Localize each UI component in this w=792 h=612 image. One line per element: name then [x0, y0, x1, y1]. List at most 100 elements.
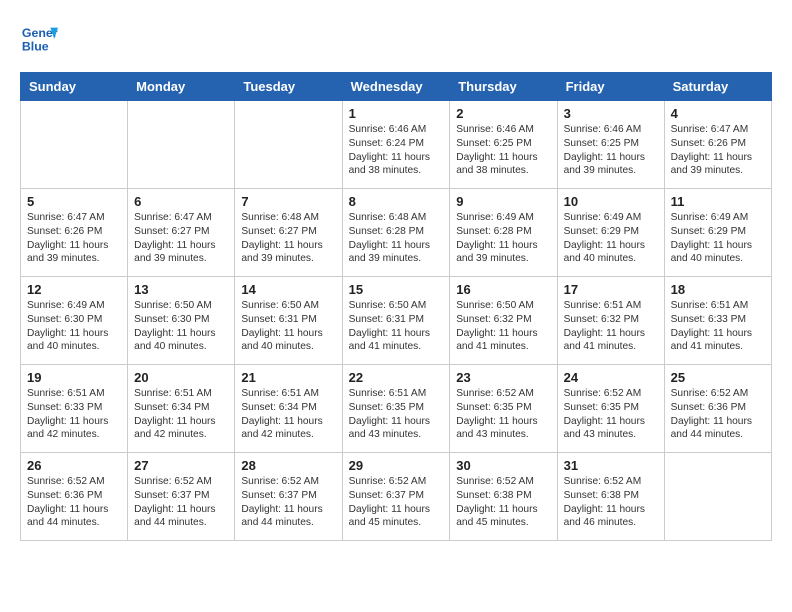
calendar-cell: 8 Sunrise: 6:48 AM Sunset: 6:28 PM Daylig…	[342, 189, 450, 277]
day-info: Sunrise: 6:48 AM Sunset: 6:28 PM Dayligh…	[349, 211, 444, 266]
week-row-2: 5 Sunrise: 6:47 AM Sunset: 6:26 PM Daylig…	[21, 189, 772, 277]
day-info: Sunrise: 6:51 AM Sunset: 6:33 PM Dayligh…	[27, 387, 121, 442]
calendar-cell: 17 Sunrise: 6:51 AM Sunset: 6:32 PM Dayli…	[557, 277, 664, 365]
day-info: Sunrise: 6:52 AM Sunset: 6:37 PM Dayligh…	[349, 475, 444, 530]
day-number: 16	[456, 282, 550, 297]
header: General Blue	[20, 20, 772, 58]
calendar-cell: 21 Sunrise: 6:51 AM Sunset: 6:34 PM Dayli…	[235, 365, 342, 453]
day-info: Sunrise: 6:49 AM Sunset: 6:29 PM Dayligh…	[671, 211, 765, 266]
day-info: Sunrise: 6:50 AM Sunset: 6:31 PM Dayligh…	[241, 299, 335, 354]
page: General Blue SundayMondayTuesdayWednesda…	[0, 0, 792, 561]
day-info: Sunrise: 6:52 AM Sunset: 6:37 PM Dayligh…	[134, 475, 228, 530]
day-info: Sunrise: 6:50 AM Sunset: 6:31 PM Dayligh…	[349, 299, 444, 354]
day-number: 21	[241, 370, 335, 385]
day-info: Sunrise: 6:48 AM Sunset: 6:27 PM Dayligh…	[241, 211, 335, 266]
weekday-header-row: SundayMondayTuesdayWednesdayThursdayFrid…	[21, 73, 772, 101]
day-number: 1	[349, 106, 444, 121]
logo-icon: General Blue	[20, 20, 58, 58]
day-number: 20	[134, 370, 228, 385]
day-info: Sunrise: 6:47 AM Sunset: 6:26 PM Dayligh…	[27, 211, 121, 266]
day-number: 12	[27, 282, 121, 297]
day-number: 7	[241, 194, 335, 209]
day-number: 26	[27, 458, 121, 473]
calendar-cell: 10Sunrise: 6:49 AM Sunset: 6:29 PM Dayli…	[557, 189, 664, 277]
day-number: 2	[456, 106, 550, 121]
calendar-cell: 7 Sunrise: 6:48 AM Sunset: 6:27 PM Daylig…	[235, 189, 342, 277]
calendar-cell	[235, 101, 342, 189]
day-info: Sunrise: 6:47 AM Sunset: 6:26 PM Dayligh…	[671, 123, 765, 178]
day-number: 22	[349, 370, 444, 385]
calendar-cell: 16Sunrise: 6:50 AM Sunset: 6:32 PM Dayli…	[450, 277, 557, 365]
day-number: 5	[27, 194, 121, 209]
calendar-cell: 23 Sunrise: 6:52 AM Sunset: 6:35 PM Dayli…	[450, 365, 557, 453]
calendar-cell	[664, 453, 771, 541]
calendar-cell: 27 Sunrise: 6:52 AM Sunset: 6:37 PM Dayli…	[128, 453, 235, 541]
svg-text:Blue: Blue	[22, 39, 49, 53]
day-info: Sunrise: 6:52 AM Sunset: 6:37 PM Dayligh…	[241, 475, 335, 530]
day-info: Sunrise: 6:51 AM Sunset: 6:33 PM Dayligh…	[671, 299, 765, 354]
calendar-cell: 9 Sunrise: 6:49 AM Sunset: 6:28 PM Daylig…	[450, 189, 557, 277]
day-number: 23	[456, 370, 550, 385]
day-info: Sunrise: 6:51 AM Sunset: 6:32 PM Dayligh…	[564, 299, 658, 354]
calendar-cell: 22 Sunrise: 6:51 AM Sunset: 6:35 PM Dayli…	[342, 365, 450, 453]
day-number: 6	[134, 194, 228, 209]
day-number: 4	[671, 106, 765, 121]
day-number: 13	[134, 282, 228, 297]
week-row-5: 26 Sunrise: 6:52 AM Sunset: 6:36 PM Dayli…	[21, 453, 772, 541]
calendar-cell: 13 Sunrise: 6:50 AM Sunset: 6:30 PM Dayli…	[128, 277, 235, 365]
day-info: Sunrise: 6:52 AM Sunset: 6:35 PM Dayligh…	[564, 387, 658, 442]
day-number: 14	[241, 282, 335, 297]
weekday-header-sunday: Sunday	[21, 73, 128, 101]
day-info: Sunrise: 6:51 AM Sunset: 6:34 PM Dayligh…	[134, 387, 228, 442]
calendar-cell: 18 Sunrise: 6:51 AM Sunset: 6:33 PM Dayli…	[664, 277, 771, 365]
weekday-header-friday: Friday	[557, 73, 664, 101]
day-number: 17	[564, 282, 658, 297]
calendar-cell: 28 Sunrise: 6:52 AM Sunset: 6:37 PM Dayli…	[235, 453, 342, 541]
weekday-header-monday: Monday	[128, 73, 235, 101]
calendar-cell: 3Sunrise: 6:46 AM Sunset: 6:25 PM Daylig…	[557, 101, 664, 189]
day-number: 9	[456, 194, 550, 209]
calendar-cell: 12 Sunrise: 6:49 AM Sunset: 6:30 PM Dayli…	[21, 277, 128, 365]
day-number: 8	[349, 194, 444, 209]
logo: General Blue	[20, 20, 62, 58]
calendar-cell: 6Sunrise: 6:47 AM Sunset: 6:27 PM Daylig…	[128, 189, 235, 277]
calendar-cell: 29 Sunrise: 6:52 AM Sunset: 6:37 PM Dayli…	[342, 453, 450, 541]
calendar-cell	[128, 101, 235, 189]
day-number: 25	[671, 370, 765, 385]
day-number: 29	[349, 458, 444, 473]
day-info: Sunrise: 6:49 AM Sunset: 6:28 PM Dayligh…	[456, 211, 550, 266]
day-info: Sunrise: 6:50 AM Sunset: 6:30 PM Dayligh…	[134, 299, 228, 354]
day-info: Sunrise: 6:52 AM Sunset: 6:36 PM Dayligh…	[27, 475, 121, 530]
day-number: 11	[671, 194, 765, 209]
week-row-1: 1Sunrise: 6:46 AM Sunset: 6:24 PM Daylig…	[21, 101, 772, 189]
day-info: Sunrise: 6:51 AM Sunset: 6:34 PM Dayligh…	[241, 387, 335, 442]
calendar-cell: 5 Sunrise: 6:47 AM Sunset: 6:26 PM Daylig…	[21, 189, 128, 277]
calendar-cell: 11 Sunrise: 6:49 AM Sunset: 6:29 PM Dayli…	[664, 189, 771, 277]
week-row-3: 12 Sunrise: 6:49 AM Sunset: 6:30 PM Dayli…	[21, 277, 772, 365]
calendar-cell: 4 Sunrise: 6:47 AM Sunset: 6:26 PM Daylig…	[664, 101, 771, 189]
calendar-cell: 15 Sunrise: 6:50 AM Sunset: 6:31 PM Dayli…	[342, 277, 450, 365]
day-number: 15	[349, 282, 444, 297]
day-info: Sunrise: 6:52 AM Sunset: 6:36 PM Dayligh…	[671, 387, 765, 442]
day-info: Sunrise: 6:52 AM Sunset: 6:35 PM Dayligh…	[456, 387, 550, 442]
calendar-cell: 1Sunrise: 6:46 AM Sunset: 6:24 PM Daylig…	[342, 101, 450, 189]
calendar-cell: 24 Sunrise: 6:52 AM Sunset: 6:35 PM Dayli…	[557, 365, 664, 453]
calendar-table: SundayMondayTuesdayWednesdayThursdayFrid…	[20, 72, 772, 541]
day-number: 27	[134, 458, 228, 473]
day-info: Sunrise: 6:46 AM Sunset: 6:25 PM Dayligh…	[564, 123, 658, 178]
day-number: 10	[564, 194, 658, 209]
calendar-cell: 14 Sunrise: 6:50 AM Sunset: 6:31 PM Dayli…	[235, 277, 342, 365]
calendar-cell: 25 Sunrise: 6:52 AM Sunset: 6:36 PM Dayli…	[664, 365, 771, 453]
weekday-header-tuesday: Tuesday	[235, 73, 342, 101]
day-number: 30	[456, 458, 550, 473]
day-number: 19	[27, 370, 121, 385]
day-number: 18	[671, 282, 765, 297]
day-number: 28	[241, 458, 335, 473]
calendar-cell: 20 Sunrise: 6:51 AM Sunset: 6:34 PM Dayli…	[128, 365, 235, 453]
day-info: Sunrise: 6:51 AM Sunset: 6:35 PM Dayligh…	[349, 387, 444, 442]
calendar-cell: 30Sunrise: 6:52 AM Sunset: 6:38 PM Dayli…	[450, 453, 557, 541]
calendar-cell: 2 Sunrise: 6:46 AM Sunset: 6:25 PM Daylig…	[450, 101, 557, 189]
day-info: Sunrise: 6:46 AM Sunset: 6:25 PM Dayligh…	[456, 123, 550, 178]
day-number: 24	[564, 370, 658, 385]
day-info: Sunrise: 6:49 AM Sunset: 6:30 PM Dayligh…	[27, 299, 121, 354]
